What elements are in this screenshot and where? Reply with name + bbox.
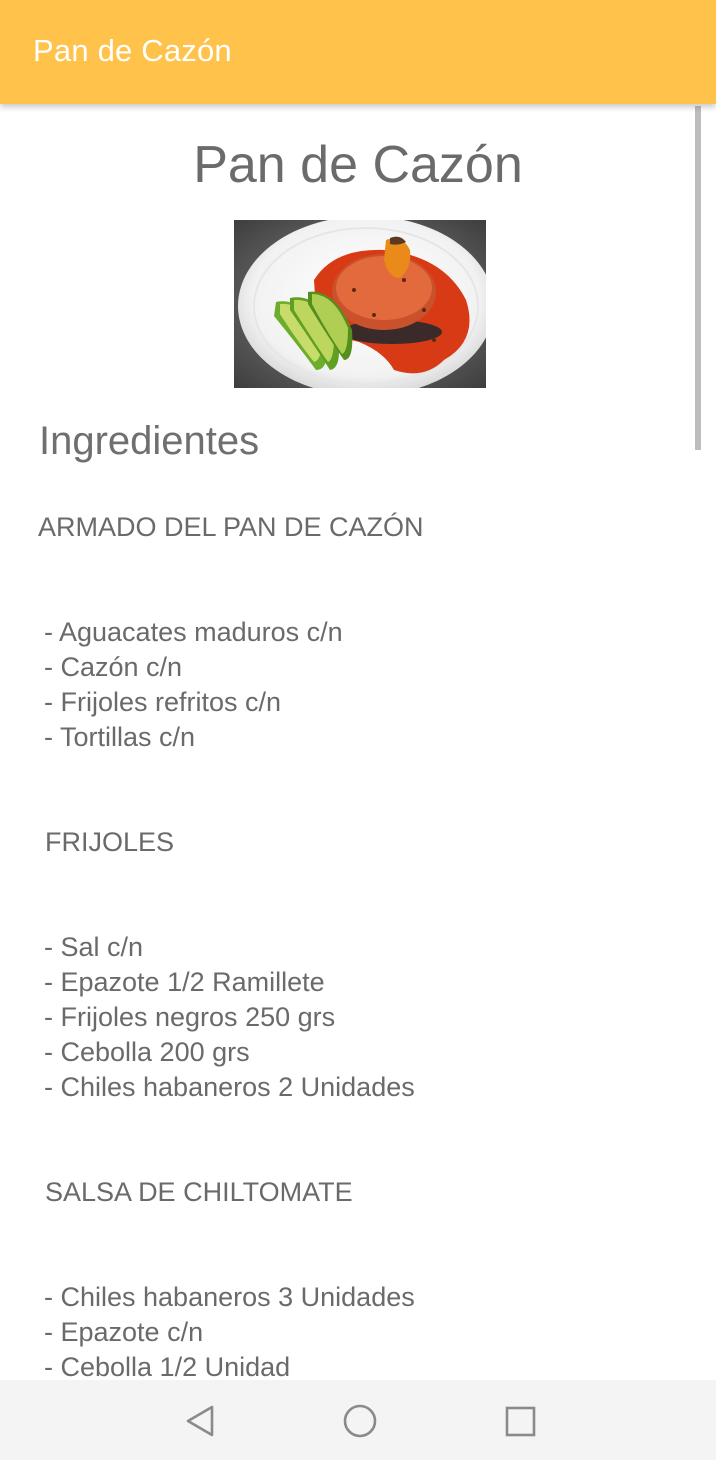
- list-item: - Epazote 1/2 Ramillete: [44, 967, 325, 997]
- home-circle-icon[interactable]: [340, 1402, 380, 1442]
- list-item: - Chiles habaneros 2 Unidades: [44, 1072, 415, 1102]
- ingredient-group: SALSA DE CHILTOMATE: [45, 1175, 353, 1210]
- list-item: - Chiles habaneros 3 Unidades: [44, 1282, 415, 1312]
- list-item: - Frijoles refritos c/n: [44, 687, 282, 717]
- app-bar-title: Pan de Cazón: [33, 33, 232, 68]
- ingredient-group: ARMADO DEL PAN DE CAZÓN: [38, 510, 424, 545]
- ingredient-group: FRIJOLES: [45, 825, 174, 860]
- recents-square-icon[interactable]: [500, 1402, 540, 1442]
- list-item: - Aguacates maduros c/n: [44, 617, 343, 647]
- list-item: - Tortillas c/n: [44, 722, 196, 752]
- list-item: - Cebolla 1/2 Unidad: [44, 1352, 291, 1380]
- list-item: - Cazón c/n: [44, 652, 183, 682]
- ingredient-list: - Chiles habaneros 3 Unidades - Epazote …: [44, 1280, 415, 1380]
- list-item: - Cebolla 200 grs: [44, 1037, 250, 1067]
- app-bar: Pan de Cazón: [0, 0, 716, 104]
- group-label: FRIJOLES: [45, 827, 175, 857]
- recipe-photo: [234, 220, 486, 388]
- app-screen: Pan de Cazón Pan de Cazón Ingredientes A…: [0, 0, 716, 1460]
- list-item: - Frijoles negros 250 grs: [44, 1002, 336, 1032]
- group-label: SALSA DE CHILTOMATE: [45, 1177, 353, 1207]
- list-item: - Sal c/n: [44, 932, 144, 962]
- ingredient-list: - Aguacates maduros c/n - Cazón c/n - Fr…: [44, 615, 343, 755]
- recipe-title: Pan de Cazón: [193, 136, 523, 194]
- list-item: - Epazote c/n: [44, 1317, 204, 1347]
- ingredients-heading: Ingredientes: [39, 419, 260, 463]
- ingredient-list: - Sal c/n - Epazote 1/2 Ramillete - Frij…: [44, 930, 415, 1105]
- back-triangle-icon[interactable]: [180, 1402, 220, 1442]
- system-navigation-bar: [0, 1380, 716, 1460]
- recipe-content[interactable]: Pan de Cazón Ingredientes ARMADO DEL PAN…: [0, 104, 716, 1380]
- scrollbar[interactable]: [695, 106, 701, 450]
- group-label: ARMADO DEL PAN DE CAZÓN: [38, 512, 424, 542]
